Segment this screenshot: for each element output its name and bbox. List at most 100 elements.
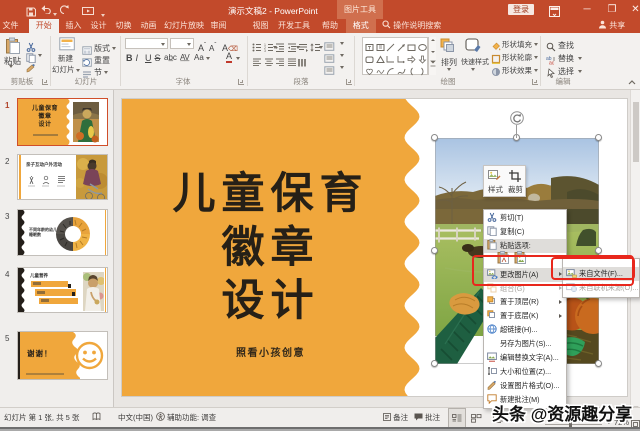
align-center-icon[interactable] bbox=[264, 54, 274, 72]
editing-group-label: 编辑 bbox=[555, 77, 571, 86]
shape-scribble-icon[interactable] bbox=[376, 63, 385, 81]
font-color-button[interactable]: A bbox=[226, 52, 233, 63]
shape-heart-icon[interactable] bbox=[365, 63, 374, 81]
align-left-icon[interactable] bbox=[252, 54, 262, 72]
menu-item[interactable]: 超链接(H)... bbox=[484, 323, 566, 337]
normal-view-button[interactable] bbox=[448, 408, 466, 428]
replace-button[interactable]: 替换 bbox=[558, 53, 574, 64]
shape-curve-icon[interactable] bbox=[397, 63, 406, 81]
find-button[interactable]: 查找 bbox=[558, 40, 574, 51]
scrollbar-thumb[interactable] bbox=[632, 102, 639, 162]
shape-outline-dropdown-icon bbox=[534, 56, 538, 59]
notes-button[interactable]: 备注 bbox=[383, 408, 408, 428]
slide-thumbnail-5[interactable]: 谢谢！ bbox=[17, 330, 108, 380]
sign-in-button[interactable]: 登录 bbox=[508, 4, 534, 15]
undo-icon[interactable] bbox=[40, 4, 51, 16]
selection-handle-bottom-right[interactable] bbox=[595, 360, 602, 367]
replace-dropdown-icon bbox=[578, 57, 582, 60]
selection-handle-middle-left[interactable] bbox=[431, 247, 438, 254]
accessibility-icon[interactable] bbox=[156, 408, 165, 428]
tab-slideshow[interactable]: 幻灯片放映 bbox=[164, 19, 204, 33]
layout-button[interactable]: 版式 bbox=[94, 43, 110, 54]
selection-handle-bottom-left[interactable] bbox=[431, 360, 438, 367]
shape-effects-button[interactable]: 形状效果 bbox=[502, 65, 532, 76]
mini-toolbar: 样式 裁剪 bbox=[483, 165, 526, 197]
decrease-font-icon[interactable]: Aˇ bbox=[209, 38, 216, 56]
quick-styles-icon[interactable] bbox=[465, 37, 481, 58]
justify-icon[interactable] bbox=[287, 54, 297, 72]
tab-review[interactable]: 审阅 bbox=[207, 19, 230, 33]
selection-handle-middle-right[interactable] bbox=[595, 247, 602, 254]
share-label: 共享 bbox=[609, 21, 626, 30]
dialog-launcher-icon[interactable] bbox=[346, 79, 352, 85]
group-divider bbox=[120, 36, 121, 86]
underline-button[interactable]: U bbox=[145, 53, 152, 63]
strike-button[interactable]: S bbox=[155, 53, 161, 63]
tab-design[interactable]: 设计 bbox=[87, 19, 110, 33]
collapse-ribbon-icon[interactable] bbox=[628, 79, 636, 87]
arrange-icon[interactable] bbox=[440, 38, 455, 58]
slide-thumbnail-4[interactable]: 儿童营养 bbox=[17, 266, 108, 313]
tab-insert[interactable]: 插入 bbox=[62, 19, 85, 33]
text-shadow-button[interactable]: ab̲c bbox=[164, 53, 177, 62]
tab-format[interactable]: 格式 bbox=[346, 19, 376, 33]
tab-home[interactable]: 开始 bbox=[28, 19, 59, 33]
arrange-button[interactable]: 排列 bbox=[441, 57, 457, 68]
shape-fill-button[interactable]: 形状填充 bbox=[502, 39, 532, 50]
shape-outline-button[interactable]: 形状轮廓 bbox=[502, 52, 532, 63]
arrange-dropdown-icon bbox=[447, 68, 451, 71]
slide-counter[interactable]: 幻灯片 第 1 张, 共 5 张 bbox=[4, 408, 79, 428]
group-divider bbox=[247, 36, 248, 86]
tab-animations[interactable]: 动画 bbox=[137, 19, 160, 33]
accessibility-status[interactable]: 辅助功能: 调查 bbox=[167, 408, 216, 428]
ribbon-tab-row: 文件 开始 插入 设计 切换 动画 幻灯片放映 审阅 视图 开发工具 帮助 格式 操作说明搜索 共享 bbox=[0, 19, 640, 33]
font-size-combo[interactable] bbox=[170, 38, 194, 49]
dialog-launcher-icon[interactable] bbox=[238, 79, 244, 85]
slide-thumbnail-3[interactable]: 不同年龄的幼儿 睡眠数 bbox=[17, 209, 108, 256]
tab-help[interactable]: 帮助 bbox=[320, 19, 340, 33]
dialog-launcher-icon[interactable] bbox=[42, 79, 48, 85]
maximize-button[interactable]: ❐ bbox=[605, 3, 619, 16]
font-name-combo[interactable] bbox=[125, 38, 168, 49]
dialog-launcher-icon[interactable] bbox=[532, 79, 538, 85]
shape-effects-icon[interactable] bbox=[491, 64, 501, 82]
tab-label: 审阅 bbox=[210, 21, 227, 30]
italic-button[interactable]: I bbox=[136, 53, 139, 63]
close-button[interactable]: ✕ bbox=[629, 3, 640, 16]
reset-button[interactable]: 重置 bbox=[94, 55, 110, 66]
change-case-button[interactable]: Aa bbox=[194, 53, 204, 62]
slide-thumbnail-1[interactable]: 儿童保育 徽章 设计 bbox=[17, 97, 108, 146]
tab-transitions[interactable]: 切换 bbox=[112, 19, 135, 33]
vertical-scrollbar[interactable] bbox=[630, 90, 640, 410]
char-spacing-button[interactable]: A̲V̲ bbox=[180, 53, 190, 62]
slide-thumbnail-panel: 1 儿童保育 徽章 设计 2 亲子互动户外活动 3 不同年龄的幼儿 睡眠数 4 … bbox=[0, 90, 114, 407]
mini-toolbar-crop-label[interactable]: 裁剪 bbox=[505, 184, 526, 195]
align-right-icon[interactable] bbox=[275, 54, 285, 72]
minimize-button[interactable]: ─ bbox=[580, 3, 594, 16]
slide-thumbnail-2[interactable]: 亲子互动户外活动 bbox=[17, 154, 108, 200]
share-button[interactable]: 共享 bbox=[598, 19, 625, 33]
columns-icon[interactable] bbox=[298, 54, 308, 72]
tab-view[interactable]: 视图 bbox=[249, 19, 272, 33]
comments-button[interactable]: 批注 bbox=[414, 408, 440, 428]
slide-caption[interactable]: 照看小孩创意 bbox=[122, 344, 419, 359]
shapes-gallery-scroll[interactable] bbox=[428, 37, 436, 75]
tab-developer[interactable]: 开发工具 bbox=[278, 19, 310, 33]
font-color-dropdown-icon bbox=[236, 57, 240, 60]
new-slide-button[interactable]: 新建 幻灯片 bbox=[52, 53, 80, 75]
menu-item-label: 设置图片格式(O)... bbox=[500, 380, 560, 390]
tab-file[interactable]: 文件 bbox=[0, 19, 21, 33]
mini-toolbar-style-label[interactable]: 样式 bbox=[485, 184, 506, 195]
selection-handle-top-left[interactable] bbox=[431, 134, 438, 141]
bold-button[interactable]: B bbox=[126, 53, 133, 63]
language-indicator[interactable]: 中文(中国) bbox=[118, 408, 153, 428]
selection-handle-top-right[interactable] bbox=[595, 134, 602, 141]
spellcheck-icon[interactable] bbox=[92, 408, 101, 428]
redo-icon[interactable] bbox=[59, 4, 71, 16]
tell-me-search[interactable]: 操作说明搜索 bbox=[382, 19, 441, 33]
layout-dropdown-icon bbox=[112, 47, 116, 50]
slide-title[interactable]: 儿童保育 徽章 设计 bbox=[122, 168, 419, 329]
paste-dropdown-icon bbox=[9, 65, 13, 68]
shape-arc-icon[interactable] bbox=[386, 63, 395, 81]
quick-styles-button[interactable]: 快速样式 bbox=[461, 57, 489, 67]
